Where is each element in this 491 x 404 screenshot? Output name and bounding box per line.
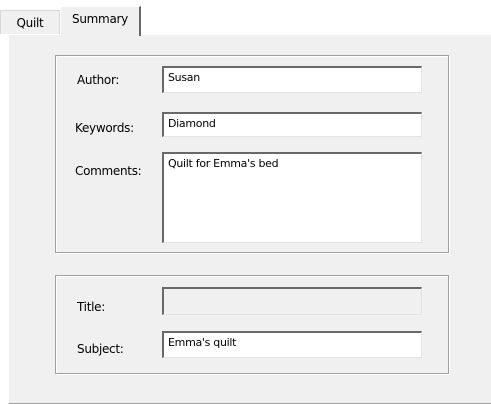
- subject-field[interactable]: Emma's quilt: [162, 331, 422, 358]
- author-field[interactable]: Susan: [162, 66, 422, 93]
- author-label: Author:: [77, 73, 120, 87]
- tab-quilt[interactable]: Quilt: [0, 10, 60, 34]
- title-field[interactable]: [162, 287, 422, 315]
- comments-label: Comments:: [75, 164, 142, 178]
- comments-textarea[interactable]: Quilt for Emma's bed: [162, 152, 422, 243]
- tab-summary-label: Summary: [72, 11, 128, 26]
- tab-quilt-label: Quilt: [16, 15, 44, 30]
- tab-summary[interactable]: Summary: [60, 6, 141, 36]
- keywords-field[interactable]: Diamond: [162, 112, 422, 137]
- title-label: Title:: [77, 300, 105, 314]
- keywords-label: Keywords:: [75, 121, 134, 135]
- subject-label: Subject:: [77, 342, 124, 356]
